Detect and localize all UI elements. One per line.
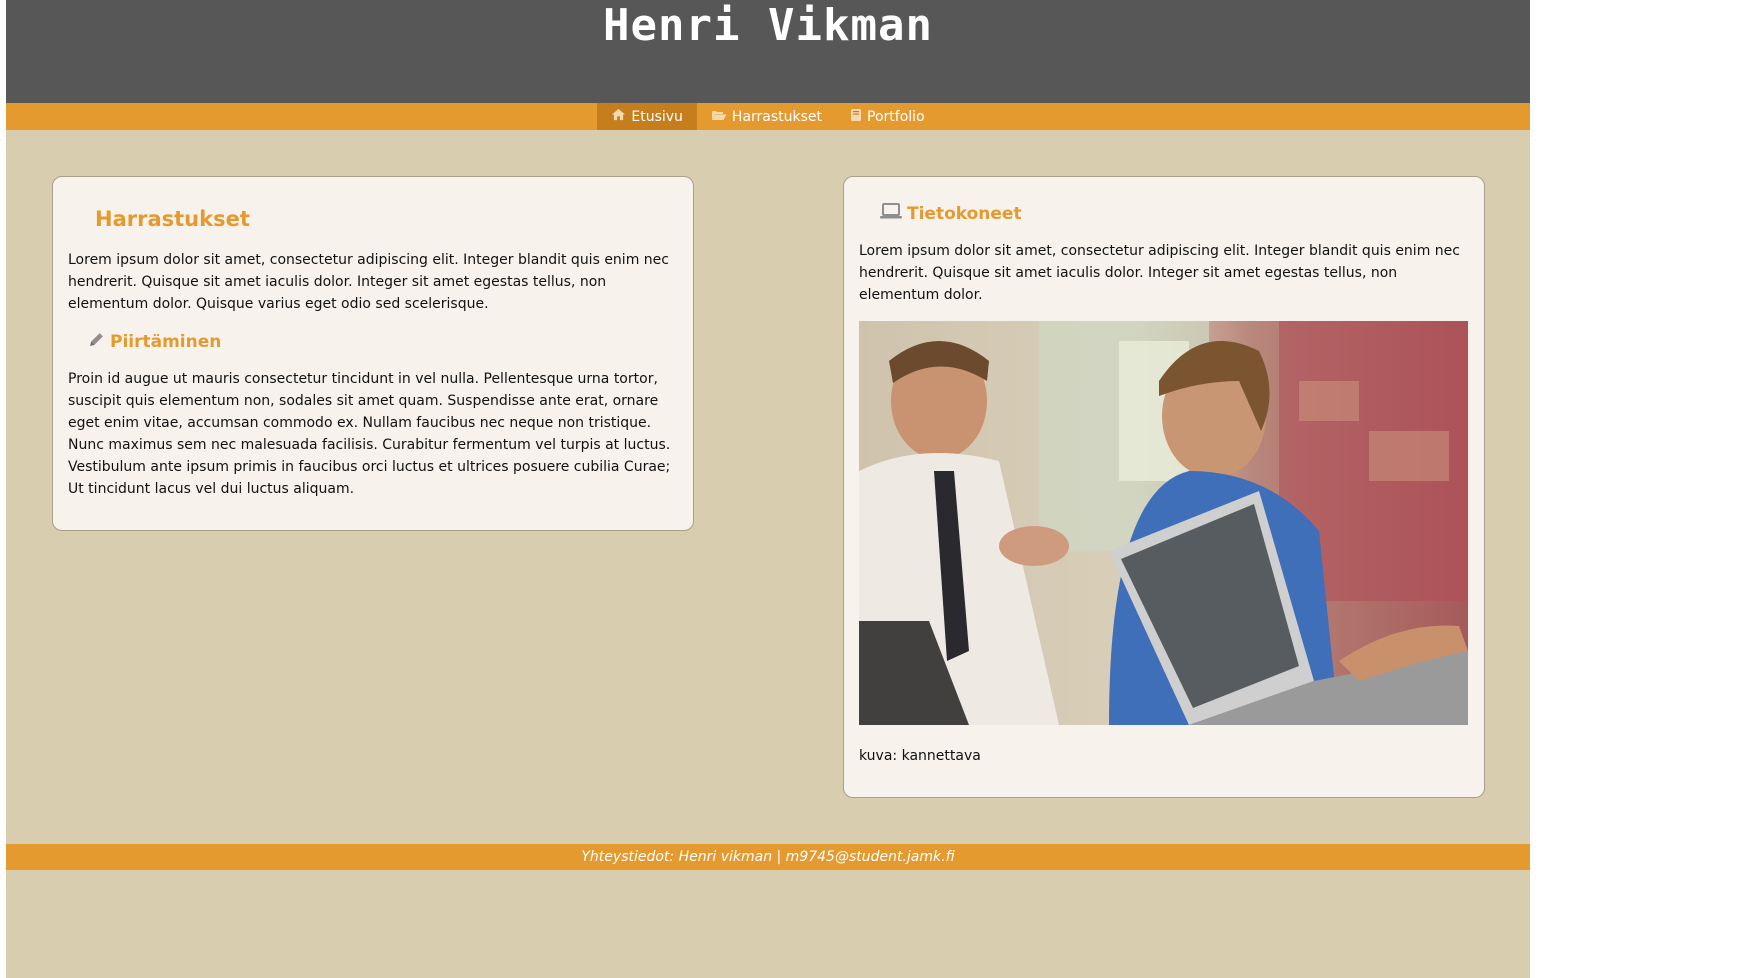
drawing-heading: Piirtäminen [88,331,221,353]
page: Henri Vikman Etusivu Harrastukset Portfo… [6,0,1530,978]
computers-heading: Tietokoneet [880,203,1022,224]
computers-heading-text: Tietokoneet [907,203,1022,224]
nav-item-portfolio[interactable]: Portfolio [836,103,939,130]
hobbies-card: Harrastukset Lorem ipsum dolor sit amet,… [52,176,694,531]
footer-contact: Yhteystiedot: Henri vikman | m9745@stude… [581,849,955,865]
laptop-photo [859,321,1468,725]
main-nav: Etusivu Harrastukset Portfolio [6,103,1530,130]
folder-open-icon [711,109,732,125]
nav-item-label: Portfolio [867,108,925,125]
site-title: Henri Vikman [603,0,933,51]
home-icon [611,108,631,125]
nav-item-label: Harrastukset [731,108,823,125]
site-header: Henri Vikman [6,0,1530,103]
pencil-icon [88,331,110,353]
laptop-icon [880,203,907,224]
drawing-heading-text: Piirtäminen [110,332,222,352]
hobbies-intro: Lorem ipsum dolor sit amet, consectetur … [68,252,669,312]
nav-item-harrastukset[interactable]: Harrastukset [697,103,836,130]
book-icon [850,108,867,126]
computers-intro: Lorem ipsum dolor sit amet, consectetur … [859,243,1460,303]
hobbies-heading: Harrastukset [95,207,250,231]
drawing-body: Proin id augue ut mauris consectetur tin… [68,371,671,497]
photo-caption: kuva: kannettava [859,748,981,764]
computers-card: Tietokoneet Lorem ipsum dolor sit amet, … [843,176,1485,798]
site-footer: Yhteystiedot: Henri vikman | m9745@stude… [6,844,1530,870]
nav-item-label: Etusivu [631,108,683,125]
nav-item-etusivu[interactable]: Etusivu [597,103,697,130]
